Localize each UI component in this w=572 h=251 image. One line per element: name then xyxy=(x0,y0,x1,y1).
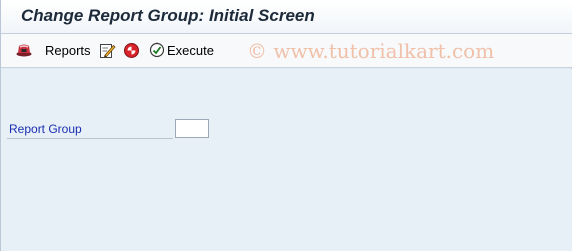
main-content: Report Group xyxy=(1,69,572,251)
display-button[interactable] xyxy=(15,40,33,60)
delete-icon xyxy=(123,42,140,59)
edit-icon xyxy=(99,42,116,59)
execute-button[interactable]: Execute xyxy=(149,40,214,60)
report-group-label: Report Group xyxy=(9,122,82,136)
edit-button[interactable] xyxy=(99,40,116,60)
execute-icon xyxy=(149,42,165,58)
title-bar: Change Report Group: Initial Screen xyxy=(1,0,572,34)
execute-label: Execute xyxy=(167,42,214,58)
report-group-input[interactable] xyxy=(175,119,209,138)
application-toolbar: Reports Execute © www.tutorialkart.com xyxy=(1,34,572,68)
watermark: © www.tutorialkart.com xyxy=(247,39,495,63)
delete-button[interactable] xyxy=(123,40,140,60)
field-label-underline xyxy=(7,138,173,139)
display-icon xyxy=(15,42,33,58)
page-title: Change Report Group: Initial Screen xyxy=(21,6,315,25)
reports-label: Reports xyxy=(45,42,91,58)
reports-button[interactable]: Reports xyxy=(45,40,91,60)
sap-window: Change Report Group: Initial Screen Repo… xyxy=(0,0,572,251)
